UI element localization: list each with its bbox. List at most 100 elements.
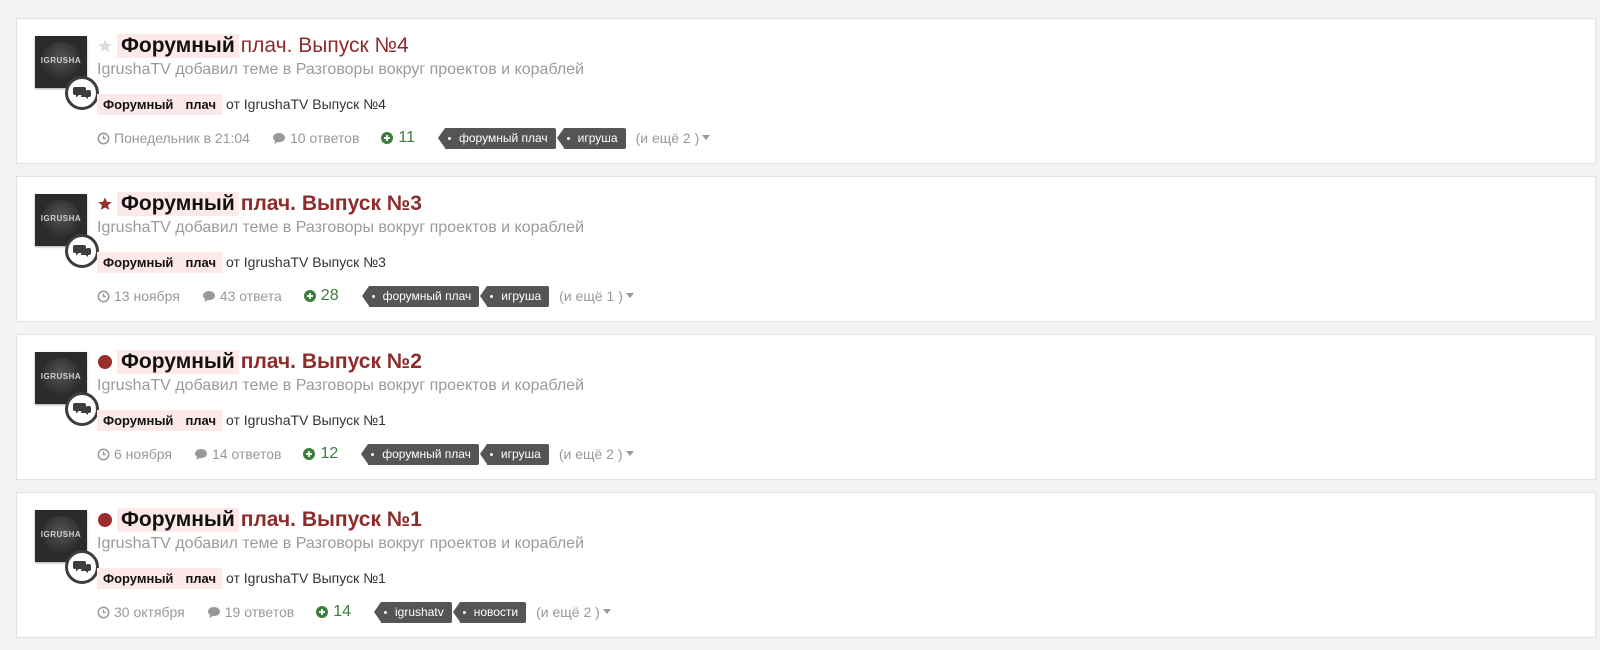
reputation-value: 11	[398, 129, 415, 146]
replies-text: 43 ответа	[219, 288, 282, 304]
date-text: 13 ноября	[114, 288, 180, 304]
snippet-text: от IgrushaTV Выпуск №4	[226, 96, 386, 112]
unread-dot-icon[interactable]	[97, 354, 113, 370]
reply-count: 14 ответов	[194, 446, 281, 462]
more-tags-toggle[interactable]: (и ещё 1 )	[559, 288, 634, 304]
more-tags-text: (и ещё 2 )	[558, 446, 623, 462]
plus-circle-icon	[303, 448, 316, 460]
more-tags-text: (и ещё 2 )	[635, 130, 700, 146]
topic-meta: IgrushaTV добавил теме в Разговоры вокру…	[97, 61, 585, 78]
comments-icon	[65, 392, 99, 426]
topic-date[interactable]: 13 ноября	[97, 288, 180, 304]
topic-card: IGRUSHA Форумный плач. Выпуск №3 Igrusha…	[16, 176, 1596, 322]
caret-down-icon	[625, 451, 634, 456]
tag[interactable]: форумный плач	[361, 285, 480, 307]
more-tags-toggle[interactable]: (и ещё 2 )	[536, 604, 611, 620]
snippet-highlight: Форумный	[97, 567, 180, 589]
plus-circle-icon	[381, 132, 394, 144]
topic-title[interactable]: Форумный плач. Выпуск №2	[97, 348, 422, 376]
topic-stats: 13 ноября 43 ответа 28 форумный плач игр…	[97, 285, 634, 307]
reply-count: 10 ответов	[272, 130, 359, 146]
more-tags-toggle[interactable]: (и ещё 2 )	[636, 130, 711, 146]
topic-snippet: Форумный плач от IgrushaTV Выпуск №4	[97, 93, 386, 115]
reply-count: 43 ответа	[202, 288, 282, 304]
topic-date[interactable]: 6 ноября	[97, 446, 172, 462]
plus-circle-icon	[303, 290, 316, 302]
snippet-highlight: плач	[179, 93, 223, 115]
snippet-text: от IgrushaTV Выпуск №1	[226, 412, 386, 428]
title-highlight[interactable]: Форумный	[117, 192, 239, 216]
snippet-highlight: Форумный	[97, 409, 180, 431]
tag[interactable]: новости	[452, 601, 527, 623]
comment-icon	[195, 448, 208, 460]
tag[interactable]: igrushatv	[374, 601, 452, 623]
topic-card: IGRUSHA Форумный плач. Выпуск №4 Igrusha…	[16, 18, 1596, 164]
snippet-text: от IgrushaTV Выпуск №3	[226, 254, 386, 270]
clock-icon	[97, 606, 110, 618]
replies-text: 14 ответов	[212, 446, 282, 462]
topic-meta: IgrushaTV добавил теме в Разговоры вокру…	[97, 535, 585, 552]
topic-title[interactable]: Форумный плач. Выпуск №4	[97, 32, 409, 60]
date-text: 30 октября	[114, 604, 185, 620]
snippet-highlight: плач	[179, 251, 223, 273]
clock-icon	[97, 290, 110, 302]
comments-icon	[65, 550, 99, 584]
title-text[interactable]: плач. Выпуск №4	[241, 34, 409, 58]
tag[interactable]: игруша	[479, 443, 549, 465]
reputation: 12	[303, 445, 338, 463]
follow-star-icon[interactable]	[97, 38, 113, 54]
topic-list: IGRUSHA Форумный плач. Выпуск №4 Igrusha…	[0, 0, 1600, 650]
topic-card: IGRUSHA Форумный плач. Выпуск №2 Igrusha…	[16, 334, 1596, 480]
caret-down-icon	[625, 293, 634, 298]
topic-meta: IgrushaTV добавил теме в Разговоры вокру…	[97, 219, 585, 236]
topic-snippet: Форумный плач от IgrushaTV Выпуск №1	[97, 409, 386, 431]
more-tags-toggle[interactable]: (и ещё 2 )	[559, 446, 634, 462]
title-text[interactable]: плач. Выпуск №3	[241, 192, 422, 216]
avatar-label: IGRUSHA	[40, 56, 82, 65]
snippet-highlight: Форумный	[97, 93, 180, 115]
tag[interactable]: форумный плач	[361, 443, 479, 465]
topic-title[interactable]: Форумный плач. Выпуск №1	[97, 506, 422, 534]
date-text: 6 ноября	[114, 446, 173, 462]
comment-icon	[207, 606, 220, 618]
topic-date[interactable]: 30 октября	[97, 604, 185, 620]
tag[interactable]: форумный плач	[438, 127, 556, 149]
topic-snippet: Форумный плач от IgrushaTV Выпуск №3	[97, 251, 386, 273]
comment-icon	[272, 132, 285, 144]
reputation: 14	[316, 603, 351, 621]
topic-stats: 30 октября 19 ответов 14 igrushatv новос…	[97, 601, 611, 623]
comment-icon	[202, 290, 215, 302]
follow-star-icon[interactable]	[97, 196, 113, 212]
topic-snippet: Форумный плач от IgrushaTV Выпуск №1	[97, 567, 386, 589]
title-text[interactable]: плач. Выпуск №1	[241, 508, 422, 532]
replies-text: 10 ответов	[289, 130, 360, 146]
reputation: 11	[381, 129, 415, 147]
avatar-label: IGRUSHA	[40, 530, 82, 539]
topic-date[interactable]: Понедельник в 21:04	[97, 130, 250, 146]
reputation-value: 14	[333, 603, 351, 620]
avatar-label: IGRUSHA	[40, 372, 82, 381]
clock-icon	[97, 132, 110, 144]
snippet-highlight: плач	[179, 409, 223, 431]
title-highlight[interactable]: Форумный	[117, 350, 239, 374]
topic-title[interactable]: Форумный плач. Выпуск №3	[97, 190, 422, 218]
title-highlight[interactable]: Форумный	[117, 508, 239, 532]
topic-stats: 6 ноября 14 ответов 12 форумный плач игр…	[97, 443, 634, 465]
unread-dot-icon[interactable]	[97, 512, 113, 528]
reply-count: 19 ответов	[207, 604, 294, 620]
reputation: 28	[303, 287, 339, 305]
tag[interactable]: игруша	[480, 285, 550, 307]
title-text[interactable]: плач. Выпуск №2	[241, 350, 422, 374]
topic-card: IGRUSHA Форумный плач. Выпуск №1 Igrusha…	[16, 492, 1596, 638]
title-highlight[interactable]: Форумный	[117, 34, 239, 58]
snippet-highlight: плач	[179, 567, 223, 589]
comments-icon	[65, 76, 99, 110]
tag[interactable]: игруша	[556, 127, 626, 149]
comments-icon	[65, 234, 99, 268]
topic-stats: Понедельник в 21:04 10 ответов 11 форумн…	[97, 127, 711, 149]
caret-down-icon	[702, 135, 711, 140]
plus-circle-icon	[316, 606, 329, 618]
snippet-highlight: Форумный	[97, 251, 180, 273]
topic-meta: IgrushaTV добавил теме в Разговоры вокру…	[97, 377, 585, 394]
more-tags-text: (и ещё 1 )	[559, 288, 623, 304]
